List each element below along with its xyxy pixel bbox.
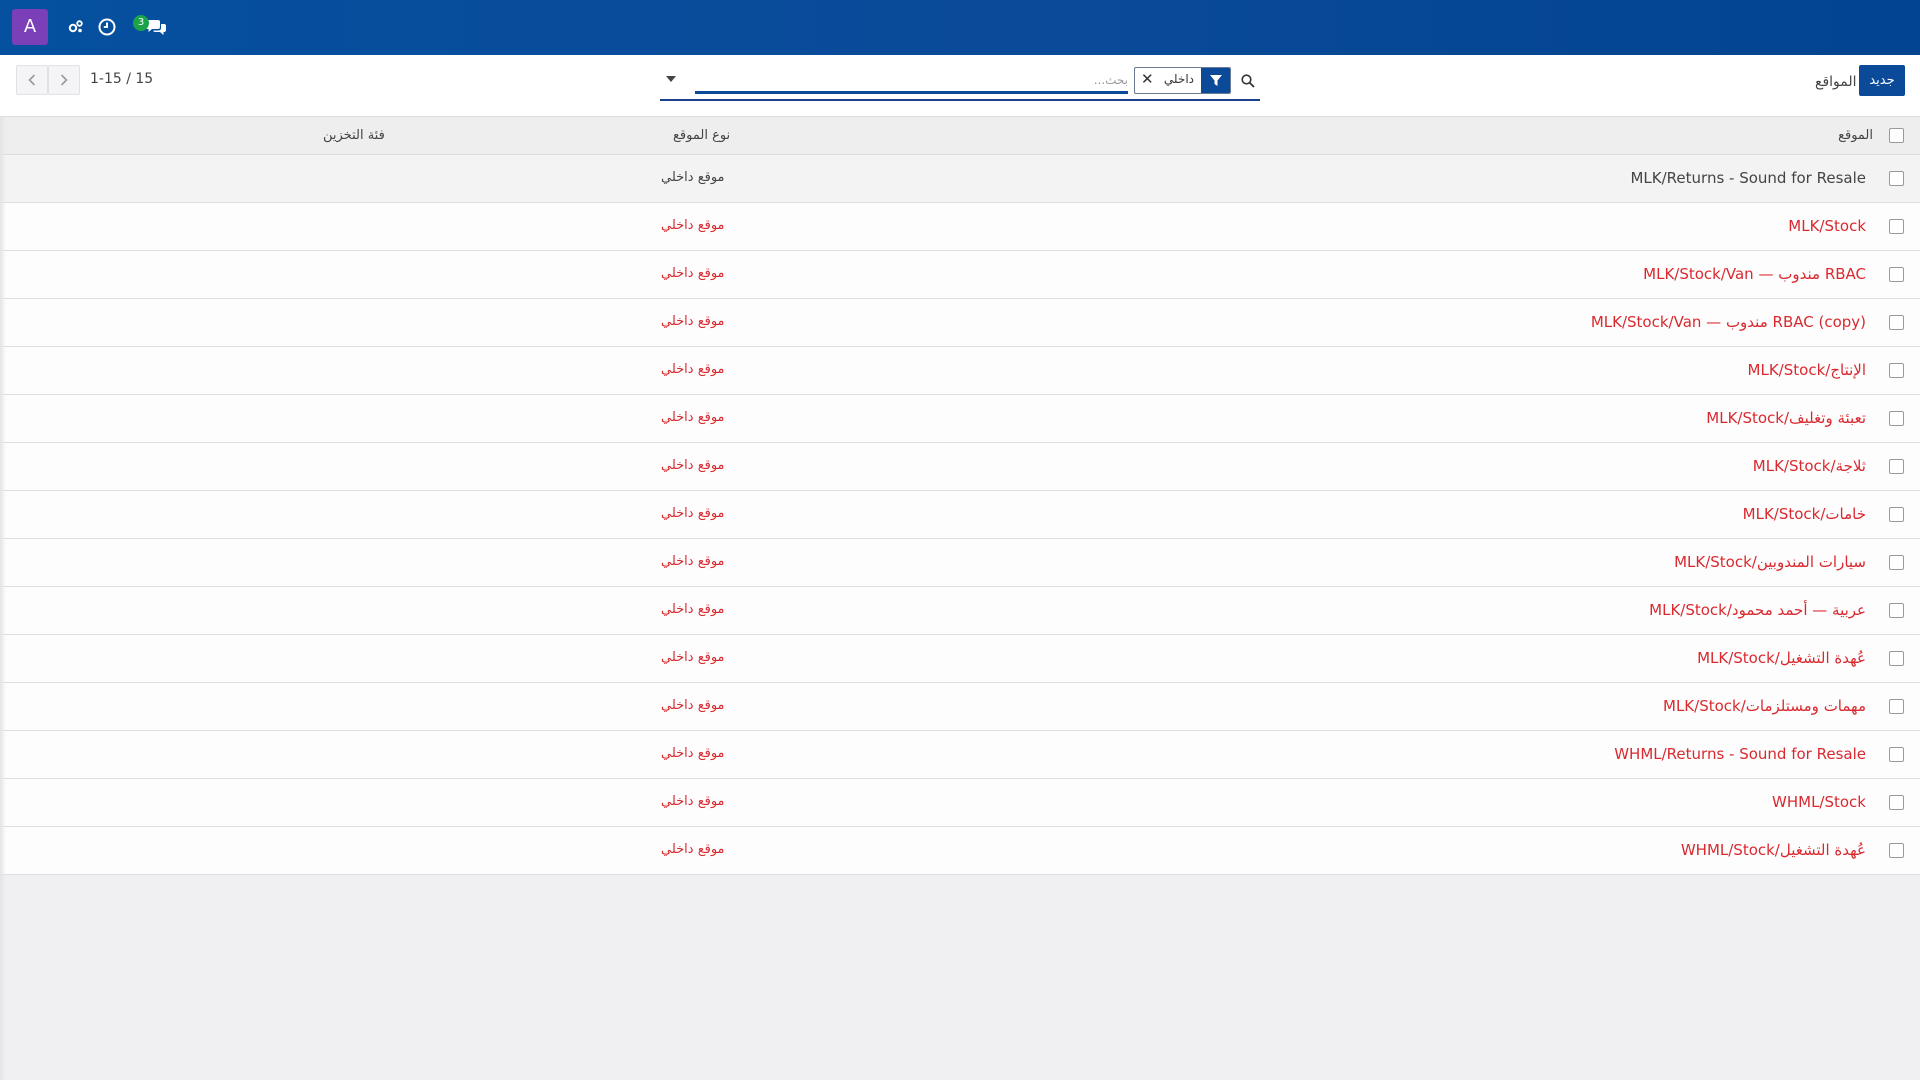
location-type-cell[interactable]: موقع داخلي (661, 506, 725, 521)
row-checkbox[interactable] (1889, 411, 1904, 426)
chat-badge: 3 (133, 15, 149, 31)
location-type-cell[interactable]: موقع داخلي (661, 266, 725, 281)
row-checkbox[interactable] (1889, 267, 1904, 282)
location-name-cell[interactable]: MLK/Stock/ثلاجة (1753, 457, 1866, 475)
row-checkbox[interactable] (1889, 651, 1904, 666)
location-type-cell[interactable]: موقع داخلي (661, 794, 725, 809)
location-type-cell[interactable]: موقع داخلي (661, 218, 725, 233)
location-type-cell[interactable]: موقع داخلي (661, 458, 725, 473)
new-button[interactable]: جديد (1859, 65, 1905, 96)
search-input[interactable] (695, 68, 1128, 94)
location-name-cell[interactable]: MLK/Stock/مهمات ومستلزمات (1663, 697, 1866, 715)
table-row[interactable]: MLK/Stock/سيارات المندوبين موقع داخلي (0, 539, 1920, 587)
row-checkbox[interactable] (1889, 843, 1904, 858)
select-all-checkbox[interactable] (1889, 128, 1904, 143)
location-type-cell[interactable]: موقع داخلي (661, 314, 725, 329)
location-type-cell[interactable]: موقع داخلي (661, 650, 725, 665)
table-row[interactable]: MLK/Stock موقع داخلي (0, 203, 1920, 251)
location-type-cell[interactable]: موقع داخلي (661, 842, 725, 857)
row-checkbox[interactable] (1889, 795, 1904, 810)
filter-icon (1201, 68, 1230, 93)
row-checkbox[interactable] (1889, 555, 1904, 570)
table-row[interactable]: MLK/Stock/مهمات ومستلزمات موقع داخلي (0, 683, 1920, 731)
avatar[interactable]: A (12, 9, 48, 45)
column-header-location-type[interactable]: نوع الموقع (673, 128, 730, 143)
facet-remove-icon[interactable]: ✕ (1141, 70, 1154, 88)
row-checkbox[interactable] (1889, 699, 1904, 714)
table-row[interactable]: MLK/Stock/Van — مندوب RBAC موقع داخلي (0, 251, 1920, 299)
table-row[interactable]: MLK/Stock/عُهدة التشغيل موقع داخلي (0, 635, 1920, 683)
search-facet[interactable]: داخلي ✕ (1134, 67, 1231, 94)
location-name-cell[interactable]: MLK/Stock/عُهدة التشغيل (1697, 649, 1866, 667)
row-checkbox[interactable] (1889, 507, 1904, 522)
row-checkbox[interactable] (1889, 459, 1904, 474)
location-name-cell[interactable]: MLK/Stock/تعبئة وتغليف (1706, 409, 1866, 427)
control-panel: جديد المواقع داخلي ✕ 1-15 / 15 (0, 55, 1920, 117)
location-name-cell[interactable]: MLK/Stock/Van — مندوب RBAC (1643, 265, 1866, 283)
location-type-cell[interactable]: موقع داخلي (661, 362, 725, 377)
locations-table: الموقع نوع الموقع فئة التخزين MLK/Return… (0, 117, 1920, 875)
search-bar: داخلي ✕ (660, 65, 1260, 101)
location-name-cell[interactable]: MLK/Stock/خامات (1743, 505, 1866, 523)
clock-icon[interactable] (94, 14, 120, 40)
table-row[interactable]: MLK/Stock/الإنتاج موقع داخلي (0, 347, 1920, 395)
location-name-cell[interactable]: MLK/Returns - Sound for Resale (1630, 169, 1866, 187)
table-row[interactable]: WHML/Stock موقع داخلي (0, 779, 1920, 827)
row-checkbox[interactable] (1889, 171, 1904, 186)
row-checkbox[interactable] (1889, 219, 1904, 234)
location-name-cell[interactable]: MLK/Stock/الإنتاج (1748, 361, 1866, 379)
row-checkbox[interactable] (1889, 747, 1904, 762)
table-row[interactable]: MLK/Returns - Sound for Resale موقع داخلي (0, 155, 1920, 203)
location-name-cell[interactable]: MLK/Stock (1788, 217, 1866, 235)
location-name-cell[interactable]: WHML/Returns - Sound for Resale (1614, 745, 1866, 763)
pager-value[interactable]: 1-15 / 15 (90, 71, 153, 87)
table-row[interactable]: MLK/Stock/خامات موقع داخلي (0, 491, 1920, 539)
pager-next-button[interactable] (48, 65, 80, 95)
location-name-cell[interactable]: WHML/Stock/عُهدة التشغيل (1681, 841, 1866, 859)
location-name-cell[interactable]: WHML/Stock (1772, 793, 1866, 811)
table-row[interactable]: MLK/Stock/تعبئة وتغليف موقع داخلي (0, 395, 1920, 443)
location-name-cell[interactable]: MLK/Stock/عربية — أحمد محمود (1649, 601, 1866, 619)
table-row[interactable]: WHML/Stock/عُهدة التشغيل موقع داخلي (0, 827, 1920, 875)
facet-value: داخلي (1163, 72, 1194, 86)
column-header-storage-category[interactable]: فئة التخزين (323, 128, 385, 143)
location-type-cell[interactable]: موقع داخلي (661, 698, 725, 713)
pager-previous-button[interactable] (16, 65, 48, 95)
location-type-cell[interactable]: موقع داخلي (661, 554, 725, 569)
table-header: الموقع نوع الموقع فئة التخزين (0, 117, 1920, 155)
row-checkbox[interactable] (1889, 363, 1904, 378)
search-icon[interactable] (1238, 71, 1258, 91)
location-type-cell[interactable]: موقع داخلي (661, 410, 725, 425)
location-type-cell[interactable]: موقع داخلي (661, 602, 725, 617)
location-name-cell[interactable]: MLK/Stock/سيارات المندوبين (1674, 553, 1866, 571)
breadcrumb: المواقع (1815, 74, 1857, 90)
table-row[interactable]: MLK/Stock/عربية — أحمد محمود موقع داخلي (0, 587, 1920, 635)
location-name-cell[interactable]: MLK/Stock/Van — مندوب RBAC (copy) (1591, 313, 1866, 331)
table-row[interactable]: MLK/Stock/Van — مندوب RBAC (copy) موقع دا… (0, 299, 1920, 347)
table-row[interactable]: WHML/Returns - Sound for Resale موقع داخل… (0, 731, 1920, 779)
column-header-location[interactable]: الموقع (1838, 128, 1873, 143)
activity-icon[interactable] (63, 14, 89, 40)
search-options-toggle[interactable] (660, 69, 682, 89)
row-checkbox[interactable] (1889, 315, 1904, 330)
location-type-cell[interactable]: موقع داخلي (661, 746, 725, 761)
location-type-cell[interactable]: موقع داخلي (661, 170, 725, 185)
table-row[interactable]: MLK/Stock/ثلاجة موقع داخلي (0, 443, 1920, 491)
top-navbar: A 3 (0, 0, 1920, 55)
row-checkbox[interactable] (1889, 603, 1904, 618)
